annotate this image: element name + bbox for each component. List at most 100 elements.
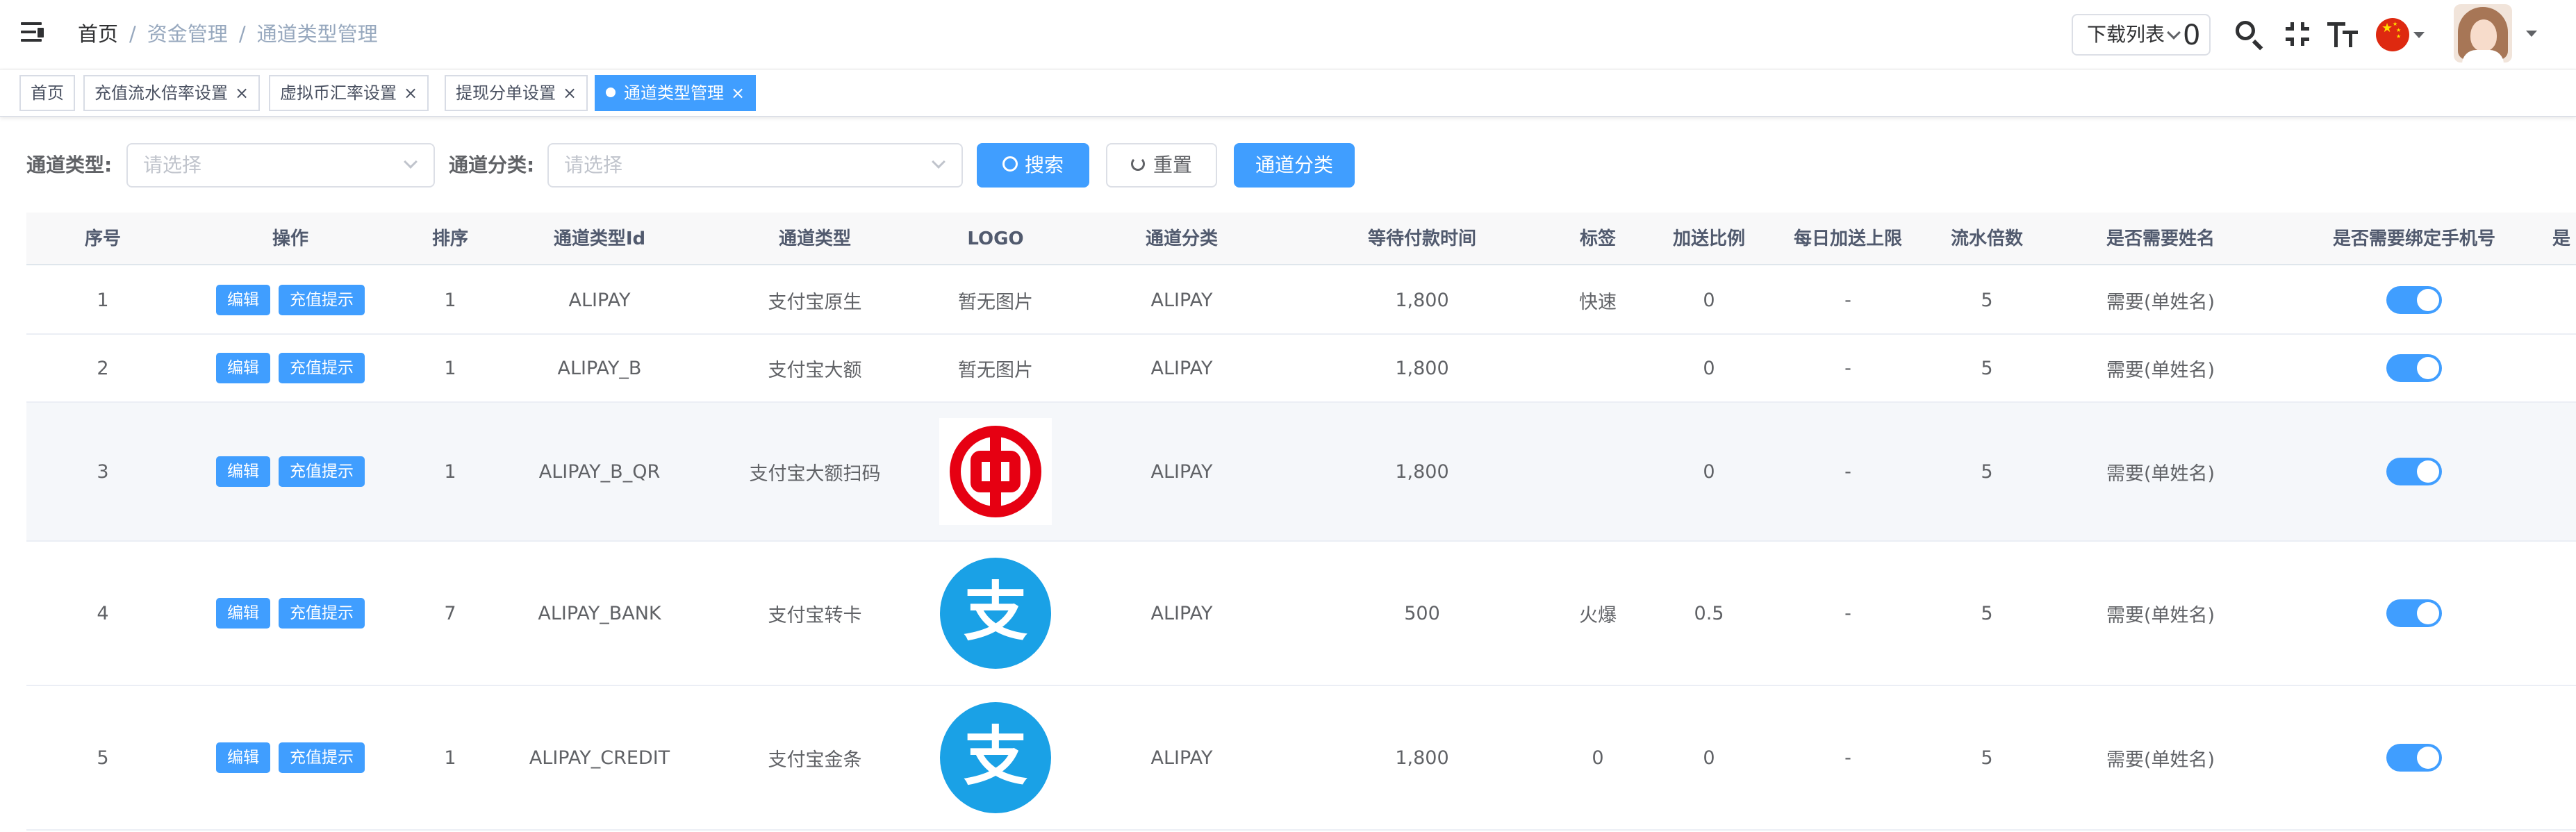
tab-channel-type[interactable]: 通道类型管理 × <box>595 75 757 111</box>
cell-type: 支付宝大额 <box>768 359 862 381</box>
table-row: 4 编辑 充值提示 7 ALIPAY_BANK 支付宝转卡 支 ALIPAY 50… <box>26 542 2576 686</box>
cell-wait-time: 1,800 <box>1395 747 1449 769</box>
close-icon[interactable]: × <box>731 76 745 110</box>
cell-wait-time: 1,800 <box>1395 460 1449 483</box>
cell-actions: 编辑 充值提示 <box>179 335 402 401</box>
tab-label: 通道类型管理 <box>624 83 724 103</box>
avatar[interactable] <box>2454 4 2512 63</box>
tab-label: 首页 <box>31 83 64 103</box>
channel-type-select[interactable]: 请选择 <box>126 143 435 188</box>
table-header: 序号 操作 排序 通道类型Id 通道类型 LOGO 通道分类 等待付款时间 标签… <box>26 213 2576 265</box>
reset-button-label: 重置 <box>1153 153 1192 176</box>
column-header: 每日加送上限 <box>1793 228 1902 249</box>
user-menu-caret-icon[interactable] <box>2526 31 2537 37</box>
cell-sort: 1 <box>444 460 456 483</box>
close-icon[interactable]: × <box>404 76 418 110</box>
cell-multiple: 5 <box>1981 460 1993 483</box>
language-caret-icon[interactable] <box>2413 32 2425 38</box>
close-icon[interactable]: × <box>235 76 249 110</box>
bank-of-china-logo-icon <box>939 418 1052 525</box>
search-icon[interactable] <box>2230 15 2269 54</box>
tab-home[interactable]: 首页 <box>19 75 75 111</box>
reset-button[interactable]: 重置 <box>1106 143 1217 188</box>
search-button[interactable]: 搜索 <box>977 143 1089 188</box>
cell-wait-time: 1,800 <box>1395 289 1449 311</box>
cell-wait-time: 1,800 <box>1395 357 1449 379</box>
edit-button[interactable]: 编辑 <box>216 353 270 383</box>
phone-bind-toggle[interactable] <box>2386 458 2442 485</box>
search-icon <box>1002 156 1018 172</box>
cell-daily-limit: - <box>1844 602 1851 624</box>
edit-button[interactable]: 编辑 <box>216 742 270 773</box>
cell-sort: 7 <box>444 602 456 624</box>
cell-category: ALIPAY <box>1150 289 1213 311</box>
cell-id: ALIPAY_B_QR <box>538 460 661 483</box>
china-flag-icon[interactable]: ★ ★ ★ ★ <box>2376 18 2409 51</box>
column-header: 是否需要姓名 <box>2106 228 2215 249</box>
channel-type-table: 序号 操作 排序 通道类型Id 通道类型 LOGO 通道分类 等待付款时间 标签… <box>26 213 2576 832</box>
cell-type: 支付宝金条 <box>768 749 862 771</box>
cell-index: 1 <box>97 289 109 311</box>
edit-button[interactable]: 编辑 <box>216 598 270 629</box>
hamburger-menu-icon[interactable] <box>21 22 46 43</box>
cell-phone-bind <box>2279 686 2550 829</box>
cell-bonus-ratio: 0 <box>1703 289 1715 311</box>
cell-phone-bind <box>2279 335 2550 401</box>
phone-bind-toggle[interactable] <box>2386 354 2442 382</box>
breadcrumb-home[interactable]: 首页 <box>78 19 118 49</box>
cell-id: ALIPAY_BANK <box>538 602 661 624</box>
navbar: 首页 / 资金管理 / 通道类型管理 下载列表 0 ★ ★ ★ ★ <box>0 0 2576 69</box>
column-header: 流水倍数 <box>1950 228 2023 249</box>
recharge-tip-button[interactable]: 充值提示 <box>279 742 365 773</box>
cell-sort: 1 <box>444 357 456 379</box>
download-count: 0 <box>2183 19 2201 51</box>
breadcrumb-separator: / <box>129 22 136 46</box>
column-header: 序号 <box>84 228 121 249</box>
cell-index: 3 <box>97 460 109 483</box>
cell-daily-limit: - <box>1844 357 1851 379</box>
column-header: 是 <box>2552 228 2571 249</box>
column-header: LOGO <box>967 228 1024 249</box>
phone-bind-toggle[interactable] <box>2386 286 2442 314</box>
cell-id: ALIPAY_CREDIT <box>529 747 670 769</box>
cell-category: ALIPAY <box>1150 460 1213 483</box>
recharge-tip-button[interactable]: 充值提示 <box>279 598 365 629</box>
table-row: 1 编辑 充值提示 1 ALIPAY 支付宝原生 暂无图片 ALIPAY 1,80… <box>26 267 2576 335</box>
recharge-tip-button[interactable]: 充值提示 <box>279 456 365 487</box>
phone-bind-toggle[interactable] <box>2386 599 2442 627</box>
phone-bind-toggle[interactable] <box>2386 744 2442 772</box>
recharge-tip-button[interactable]: 充值提示 <box>279 353 365 383</box>
font-size-icon[interactable] <box>2323 15 2362 54</box>
download-list-label: 下载列表 <box>2087 23 2165 46</box>
breadcrumb: 首页 / 资金管理 / 通道类型管理 <box>78 19 378 49</box>
column-header: 标签 <box>1579 228 1616 249</box>
edit-button[interactable]: 编辑 <box>216 456 270 487</box>
close-icon[interactable]: × <box>563 76 577 110</box>
cell-tag: 火爆 <box>1579 604 1617 626</box>
cell-tag: 快速 <box>1579 291 1617 313</box>
column-header: 通道类型 <box>778 228 851 249</box>
fullscreen-icon[interactable] <box>2279 15 2318 54</box>
cell-phone-bind <box>2279 542 2550 685</box>
cell-tag <box>1542 403 1653 540</box>
cell-category: ALIPAY <box>1150 602 1213 624</box>
cell-multiple: 5 <box>1981 602 1993 624</box>
cell-tag <box>1542 335 1653 401</box>
cell-multiple: 5 <box>1981 357 1993 379</box>
recharge-tip-button[interactable]: 充值提示 <box>279 285 365 315</box>
cell-bonus-ratio: 0.5 <box>1694 602 1724 624</box>
channel-category-button-label: 通道分类 <box>1255 153 1333 176</box>
tab-recharge-multiplier[interactable]: 充值流水倍率设置 × <box>83 75 261 111</box>
tab-withdraw-split[interactable]: 提现分单设置 × <box>445 75 588 111</box>
tags-view: 首页 充值流水倍率设置 × 虚拟币汇率设置 × 提现分单设置 × 通道类型管理 × <box>0 69 2576 117</box>
edit-button[interactable]: 编辑 <box>216 285 270 315</box>
cell-logo: 暂无图片 <box>958 291 1033 313</box>
cell-index: 5 <box>97 747 109 769</box>
cell-daily-limit: - <box>1844 289 1851 311</box>
channel-category-label: 通道分类: <box>449 153 535 176</box>
channel-category-button[interactable]: 通道分类 <box>1234 143 1355 188</box>
channel-category-select[interactable]: 请选择 <box>547 143 963 188</box>
tab-crypto-rate[interactable]: 虚拟币汇率设置 × <box>269 75 429 111</box>
refresh-icon <box>1130 157 1145 171</box>
download-list-button[interactable]: 下载列表 0 <box>2072 14 2211 56</box>
